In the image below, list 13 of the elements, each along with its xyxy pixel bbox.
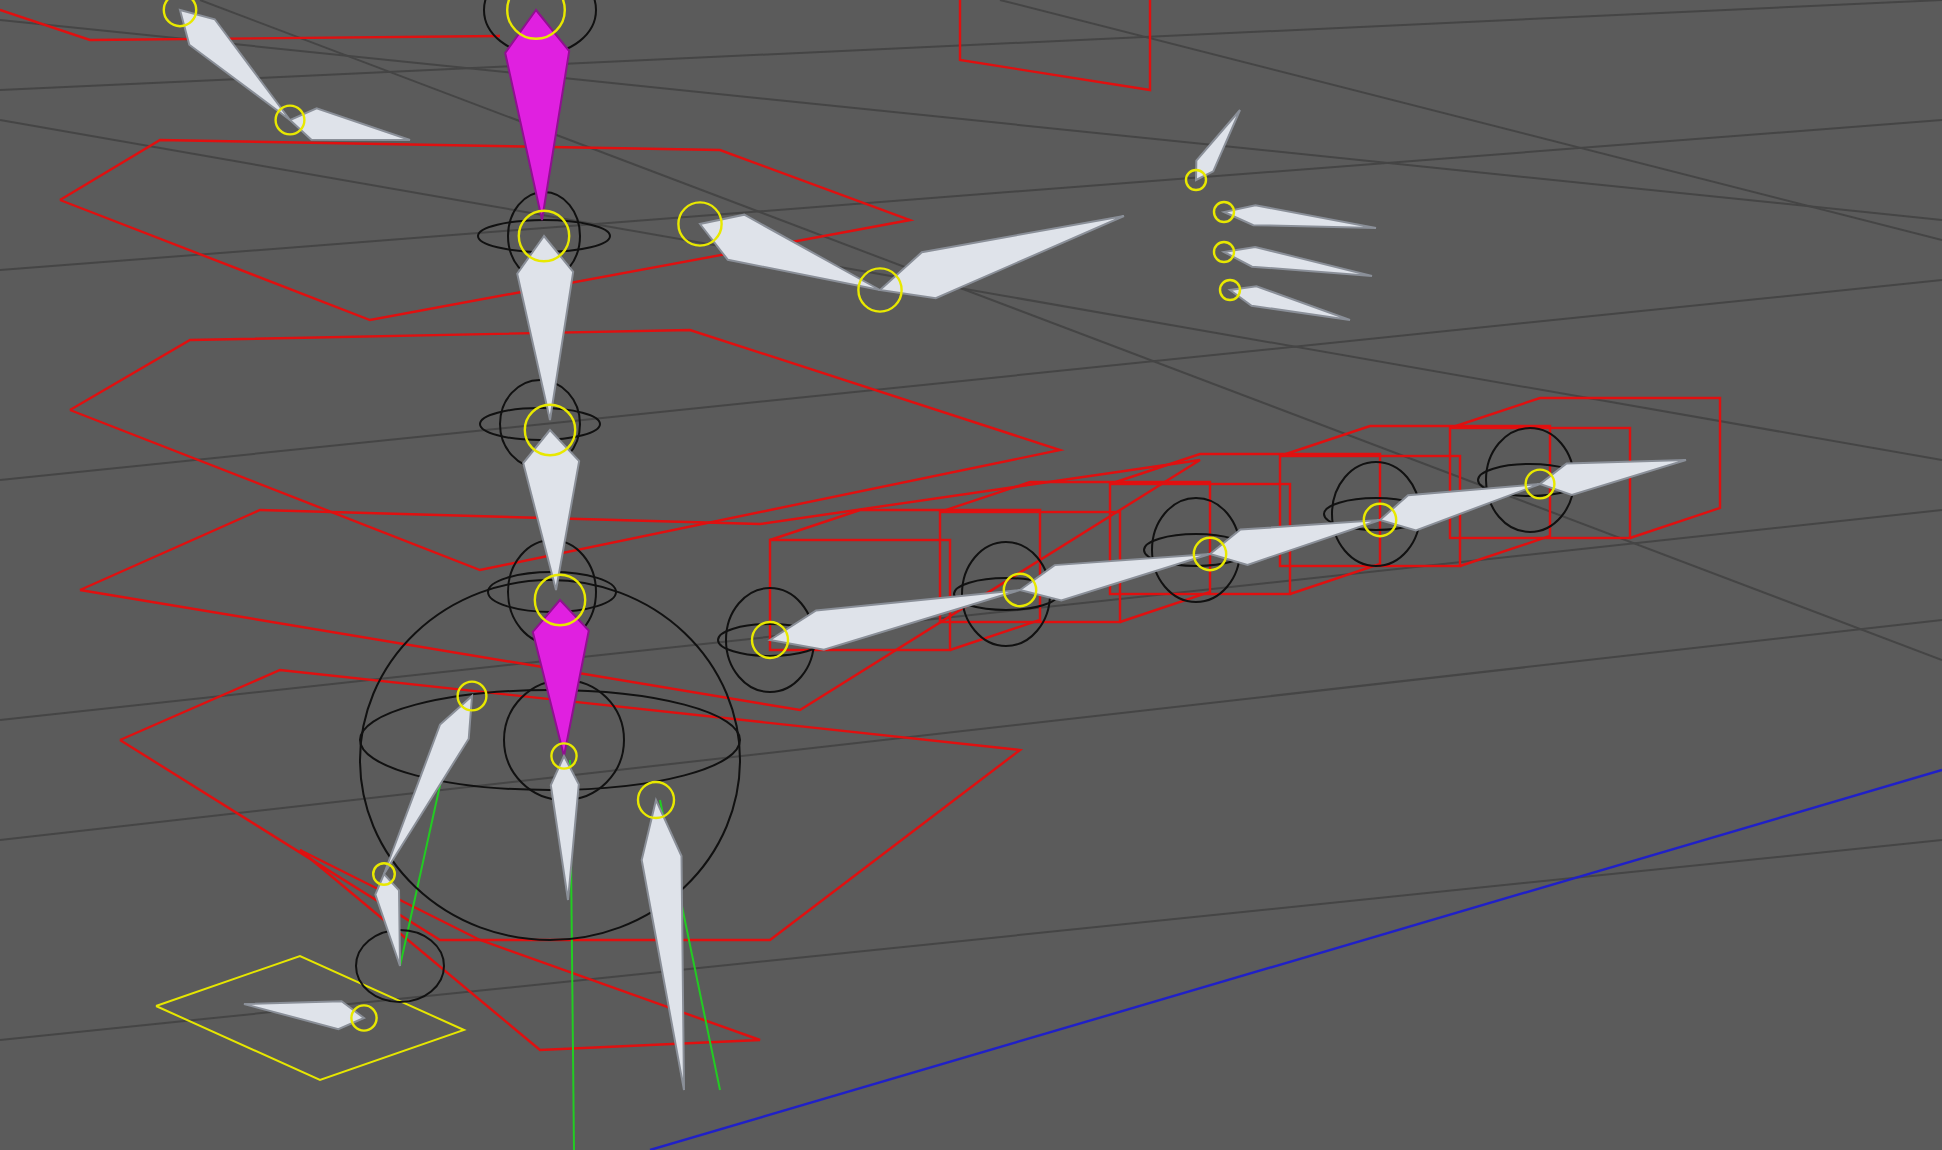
bone-shape[interactable] — [522, 428, 581, 591]
bone-shape[interactable] — [178, 8, 291, 121]
bone-shape[interactable] — [516, 234, 575, 421]
bone-shape[interactable] — [1194, 109, 1241, 182]
bone-shape[interactable] — [1207, 519, 1381, 566]
bone-shape[interactable] — [531, 598, 590, 757]
bone-shape[interactable] — [1017, 553, 1211, 602]
bone-shape[interactable] — [1537, 459, 1687, 497]
bone-shape[interactable] — [698, 213, 881, 291]
bone-shape[interactable] — [767, 589, 1021, 651]
bone-shape[interactable] — [383, 693, 474, 875]
bone-shape[interactable] — [243, 1000, 366, 1031]
bone-shape[interactable] — [1377, 483, 1541, 532]
